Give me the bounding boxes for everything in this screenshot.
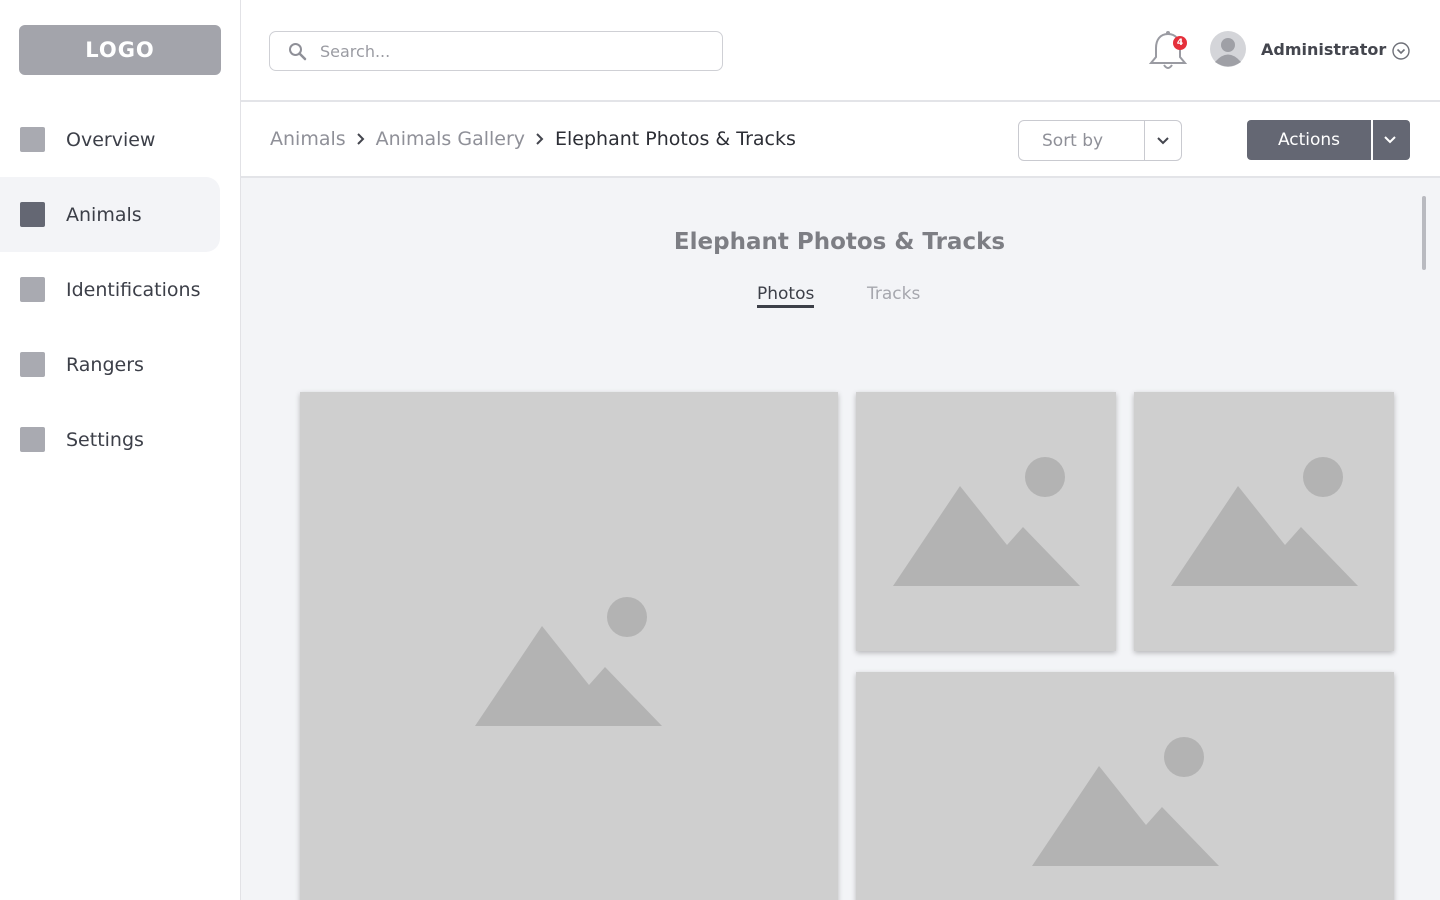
actions-button[interactable]: Actions — [1247, 120, 1410, 160]
image-placeholder-icon — [1171, 457, 1358, 586]
photo-thumbnail[interactable] — [856, 392, 1116, 651]
photo-thumbnail[interactable] — [856, 672, 1394, 900]
main-content: Elephant Photos & Tracks Photos Tracks — [241, 178, 1440, 900]
sub-header: Animals Animals Gallery Elephant Photos … — [241, 102, 1440, 178]
page-title: Elephant Photos & Tracks — [673, 229, 1006, 255]
search-icon — [289, 43, 307, 61]
sort-dropdown[interactable]: Sort by — [1018, 120, 1182, 161]
breadcrumb: Animals Animals Gallery Elephant Photos … — [270, 128, 796, 150]
sidebar-item-animals[interactable]: Animals — [0, 177, 220, 252]
search-box[interactable] — [269, 31, 723, 71]
identifications-icon — [20, 277, 45, 302]
animals-icon — [20, 202, 45, 227]
divider — [1144, 121, 1145, 160]
user-avatar-icon[interactable] — [1210, 31, 1246, 67]
image-placeholder-icon — [475, 597, 662, 726]
logo[interactable]: LOGO — [19, 25, 221, 75]
user-name[interactable]: Administrator — [1261, 40, 1386, 59]
top-header: 4 Administrator — [241, 0, 1440, 102]
image-placeholder-icon — [1032, 737, 1219, 866]
sidebar-item-label: Animals — [66, 203, 142, 226]
breadcrumb-item-animals[interactable]: Animals — [270, 128, 346, 150]
search-input[interactable] — [320, 37, 710, 65]
settings-icon — [20, 427, 45, 452]
divider — [1371, 120, 1373, 160]
chevron-right-icon — [535, 132, 545, 146]
breadcrumb-item-current: Elephant Photos & Tracks — [555, 128, 796, 150]
chevron-right-icon — [356, 132, 366, 146]
chevron-down-icon[interactable] — [1382, 132, 1398, 148]
sidebar-item-label: Rangers — [66, 353, 144, 376]
sidebar-item-label: Settings — [66, 428, 144, 451]
tab-tracks[interactable]: Tracks — [867, 284, 920, 304]
breadcrumb-item-gallery[interactable]: Animals Gallery — [376, 128, 525, 150]
overview-icon — [20, 127, 45, 152]
sidebar-item-label: Overview — [66, 128, 156, 151]
image-placeholder-icon — [893, 457, 1080, 586]
notification-badge: 4 — [1173, 36, 1187, 50]
chevron-down-icon[interactable] — [1155, 133, 1171, 149]
sidebar: LOGO Overview Animals Identifications Ra… — [0, 0, 241, 900]
tab-photos[interactable]: Photos — [757, 284, 815, 308]
chevron-down-icon[interactable] — [1391, 41, 1411, 61]
photo-thumbnail[interactable] — [300, 392, 838, 900]
photo-thumbnail[interactable] — [1134, 392, 1394, 651]
actions-label: Actions — [1277, 130, 1341, 150]
sort-label: Sort by — [1042, 131, 1104, 151]
sidebar-item-identifications[interactable]: Identifications — [0, 252, 220, 327]
sidebar-item-label: Identifications — [66, 278, 201, 301]
sidebar-item-overview[interactable]: Overview — [0, 102, 220, 177]
rangers-icon — [20, 352, 45, 377]
sidebar-item-settings[interactable]: Settings — [0, 402, 220, 477]
sidebar-item-rangers[interactable]: Rangers — [0, 327, 220, 402]
